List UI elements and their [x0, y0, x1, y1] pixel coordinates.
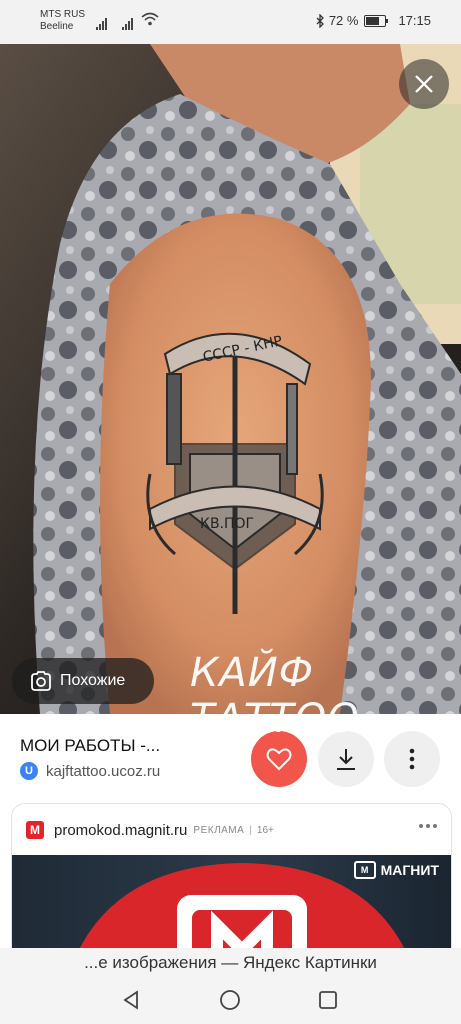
recents-button[interactable] — [316, 988, 340, 1012]
source-link[interactable]: U kajftattoo.ucoz.ru — [20, 762, 160, 780]
close-icon — [415, 75, 433, 93]
camera-lens-icon — [30, 671, 52, 691]
carrier-2: Beeline — [40, 21, 74, 32]
battery-icon — [364, 14, 389, 27]
more-vertical-icon — [409, 748, 415, 770]
ad-label: РЕКЛАМА — [193, 824, 245, 836]
image-viewer[interactable]: СССР - КНР КВ.ПОГ — [0, 44, 461, 714]
page-title[interactable]: МОИ РАБОТЫ -... — [20, 736, 160, 756]
age-rating: 16+ — [256, 824, 274, 836]
carrier-1: MTS RUS — [40, 9, 85, 20]
page-caption: ...е изображения — Яндекс Картинки — [0, 948, 461, 978]
bluetooth-icon — [316, 13, 324, 28]
back-button[interactable] — [119, 988, 143, 1012]
similar-label: Похожие — [60, 672, 126, 689]
close-button[interactable] — [399, 59, 449, 109]
ad-brand: M МАГНИТ — [353, 861, 439, 879]
home-button[interactable] — [218, 988, 242, 1012]
watermark-text: КАЙФ ТАТТОО — [190, 650, 360, 742]
ad-card[interactable]: M promokod.magnit.ru РЕКЛАМА | 16+ M МАГ… — [11, 803, 452, 965]
recents-square-icon — [319, 991, 337, 1009]
back-triangle-icon — [123, 990, 138, 1010]
battery-percent: 72 % — [328, 13, 359, 28]
site-domain: kajftattoo.ucoz.ru — [46, 762, 161, 780]
ad-separator: | — [249, 824, 252, 836]
ad-header: M promokod.magnit.ru РЕКЛАМА | 16+ — [26, 821, 274, 839]
magnit-logo-icon: M — [26, 821, 44, 839]
similar-button[interactable]: Похожие — [12, 658, 154, 704]
tattoo-banner-bottom: КВ.ПОГ — [200, 516, 254, 532]
download-icon — [337, 749, 355, 770]
site-favicon: U — [20, 762, 38, 780]
carrier-info: MTS RUS Beeline — [40, 9, 85, 33]
ad-brand-name: МАГНИТ — [380, 862, 439, 878]
ad-domain[interactable]: promokod.magnit.ru — [54, 822, 187, 839]
magnit-mark-icon: M — [353, 861, 376, 879]
system-nav-bar — [0, 978, 461, 1024]
clock: 17:15 — [398, 13, 431, 28]
ad-menu-button[interactable] — [419, 824, 437, 828]
tattoo-photo: СССР - КНР КВ.ПОГ — [0, 44, 461, 714]
signal-icon — [122, 12, 134, 30]
home-circle-icon — [220, 990, 240, 1010]
wifi-icon — [141, 12, 159, 26]
status-right: 72 % 17:15 — [315, 13, 431, 28]
status-bar: MTS RUS Beeline 72 % 17:15 — [0, 0, 461, 44]
heart-icon — [266, 748, 292, 771]
signal-icon — [96, 12, 108, 30]
